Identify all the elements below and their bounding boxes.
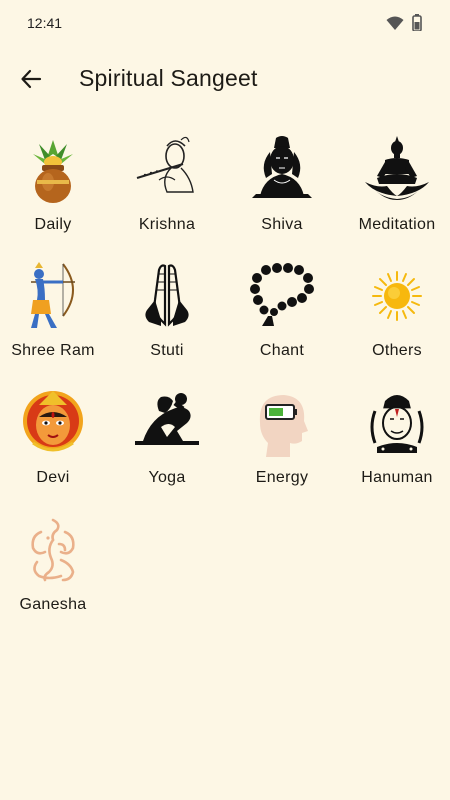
shiva-icon [246, 134, 318, 206]
kalash-icon [17, 134, 89, 206]
app-bar: Spiritual Sangeet [0, 50, 450, 110]
status-icons [386, 14, 422, 36]
category-tile-daily[interactable]: Daily [0, 130, 109, 248]
category-tile-shiva[interactable]: Shiva [226, 130, 338, 248]
category-label: Chant [259, 342, 305, 359]
category-label: Devi [36, 469, 70, 486]
category-tile-energy[interactable]: Energy [226, 383, 338, 501]
category-label: Meditation [358, 216, 436, 233]
category-label: Shree Ram [11, 342, 95, 359]
category-tile-devi[interactable]: Devi [0, 383, 109, 501]
ram-archer-icon [17, 260, 89, 332]
meditation-lotus-icon [361, 134, 433, 206]
category-tile-others[interactable]: Others [341, 256, 450, 374]
category-label: Ganesha [19, 596, 87, 613]
category-tile-meditation[interactable]: Meditation [341, 130, 450, 248]
devi-face-icon [17, 387, 89, 459]
arrow-left-icon [20, 68, 42, 95]
back-button[interactable] [14, 64, 48, 98]
category-tile-stuti[interactable]: Stuti [111, 256, 223, 374]
wifi-icon [386, 15, 404, 36]
krishna-flute-icon [131, 134, 203, 206]
yoga-pose-icon [131, 387, 203, 459]
head-battery-icon [246, 387, 318, 459]
category-label: Yoga [148, 469, 186, 486]
rosary-beads-icon [246, 260, 318, 332]
category-label: Daily [34, 216, 72, 233]
ganesha-icon [17, 514, 89, 586]
category-label: Hanuman [361, 469, 433, 486]
category-tile-shree-ram[interactable]: Shree Ram [0, 256, 109, 374]
category-label: Energy [255, 469, 309, 486]
category-label: Shiva [261, 216, 303, 233]
category-label: Others [372, 342, 422, 359]
category-label: Stuti [150, 342, 184, 359]
praying-hands-icon [131, 260, 203, 332]
status-bar: 12:41 [0, 0, 450, 48]
category-tile-krishna[interactable]: Krishna [111, 130, 223, 248]
status-time: 12:41 [27, 15, 63, 31]
hanuman-icon [361, 387, 433, 459]
category-label: Krishna [138, 216, 196, 233]
battery-icon [412, 14, 422, 36]
category-tile-yoga[interactable]: Yoga [111, 383, 223, 501]
page-title: Spiritual Sangeet [79, 65, 258, 91]
category-tile-ganesha[interactable]: Ganesha [0, 510, 109, 628]
sun-icon [361, 260, 433, 332]
category-tile-hanuman[interactable]: Hanuman [341, 383, 450, 501]
category-tile-chant[interactable]: Chant [226, 256, 338, 374]
